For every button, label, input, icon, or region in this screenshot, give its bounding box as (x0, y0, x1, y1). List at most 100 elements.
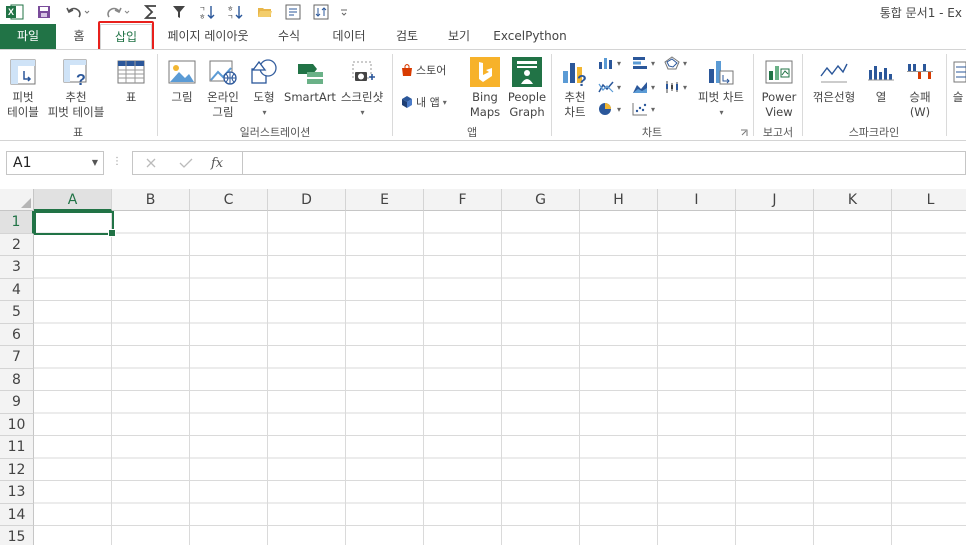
tab-page-layout[interactable]: 페이지 레이아웃 (157, 24, 259, 49)
pivottable-label-1: 피벗 (12, 90, 34, 104)
table-label: 표 (125, 90, 137, 104)
apps-group-label: 앱 (466, 126, 478, 139)
recommended-pivottables-button[interactable]: ? 추천 피벗 테이블 (44, 56, 108, 120)
row-header[interactable]: 5 (0, 301, 34, 324)
open-folder-icon[interactable] (256, 2, 274, 22)
tab-data[interactable]: 데이터 (320, 24, 378, 49)
recommended-charts-button[interactable]: ? 추천 차트 (556, 56, 594, 120)
row-header[interactable]: 14 (0, 503, 34, 526)
column-header[interactable]: F (424, 189, 502, 211)
row-header[interactable]: 3 (0, 256, 34, 279)
recommended-charts-icon: ? (556, 56, 594, 88)
pictures-button[interactable]: 그림 (164, 56, 200, 105)
sort-descending-icon[interactable]: ㅎㄱ (226, 2, 244, 22)
people-graph-button[interactable]: People Graph (506, 56, 548, 120)
tab-home[interactable]: 홈 (62, 24, 96, 49)
filter-icon[interactable] (170, 2, 188, 22)
smartart-label: SmartArt (284, 90, 336, 104)
screenshot-button[interactable]: 스크린샷 ▾ (338, 56, 386, 120)
power-view-button[interactable]: Power View (758, 56, 800, 120)
scatter-chart-button[interactable]: ▾ (632, 102, 655, 116)
select-all-button[interactable] (0, 189, 34, 211)
recommended-pivottables-label-1: 추천 (65, 90, 87, 104)
table-button[interactable]: 표 (112, 56, 150, 105)
shapes-button[interactable]: 도형 ▾ (246, 56, 282, 120)
enter-check-icon[interactable] (179, 157, 193, 169)
chevron-down-icon[interactable]: ▼ (92, 152, 98, 174)
row-header[interactable]: 15 (0, 526, 34, 545)
column-header[interactable]: B (112, 189, 190, 211)
sparkline-line-button[interactable]: 꺾은선형 (808, 56, 860, 105)
row-header[interactable]: 10 (0, 413, 34, 436)
insert-function-icon[interactable]: fx (211, 156, 223, 171)
column-header[interactable]: I (658, 189, 736, 211)
my-apps-button[interactable]: 내 앱 ▾ (400, 94, 447, 110)
row-header[interactable]: 7 (0, 346, 34, 369)
column-header[interactable]: L (892, 189, 966, 211)
chevron-down-icon: ▾ (651, 104, 656, 114)
stock-chart-button[interactable]: ▾ (664, 80, 687, 94)
row-header[interactable]: 6 (0, 323, 34, 346)
slicer-button[interactable]: 슬 (950, 56, 966, 105)
column-header[interactable]: D (268, 189, 346, 211)
cells-area[interactable] (34, 211, 966, 545)
svg-text:?: ? (76, 72, 86, 87)
row-header[interactable]: 1 (0, 211, 34, 234)
column-header[interactable]: G (502, 189, 580, 211)
customize-toolbar-icon[interactable] (338, 2, 350, 22)
bing-maps-button[interactable]: Bing Maps (466, 56, 504, 120)
bar-chart-button[interactable]: ▾ (632, 56, 655, 70)
formula-input[interactable] (242, 151, 966, 175)
svg-text:X: X (8, 7, 14, 17)
redo-icon[interactable] (104, 2, 132, 22)
cancel-icon[interactable] (145, 157, 157, 169)
column-header[interactable]: A (34, 189, 112, 211)
screenshot-label: 스크린샷 (340, 90, 384, 104)
form-icon[interactable] (284, 2, 302, 22)
area-chart-button[interactable]: ▾ (632, 80, 655, 94)
autosum-icon[interactable] (142, 2, 160, 22)
row-header[interactable]: 2 (0, 233, 34, 256)
sort-ascending-icon[interactable]: ㄱㅎ (198, 2, 216, 22)
tab-file[interactable]: 파일 (0, 24, 56, 49)
row-header[interactable]: 11 (0, 436, 34, 459)
group-separator (946, 54, 947, 136)
splitter-handle-icon[interactable]: ⋮ (112, 156, 122, 167)
row-header[interactable]: 8 (0, 368, 34, 391)
line-chart-icon (598, 81, 614, 93)
column-header[interactable]: H (580, 189, 658, 211)
power-view-label-2: View (765, 105, 793, 119)
row-header[interactable]: 9 (0, 391, 34, 414)
store-button[interactable]: 스토어 (400, 62, 446, 78)
pie-chart-button[interactable]: ▾ (598, 102, 621, 116)
row-header[interactable]: 13 (0, 481, 34, 504)
column-chart-button[interactable]: ▾ (598, 56, 621, 70)
sparkline-column-button[interactable]: 열 (864, 56, 898, 105)
my-apps-label: 내 앱 (416, 96, 440, 109)
save-icon[interactable] (34, 2, 54, 22)
people-graph-label-2: Graph (509, 105, 545, 119)
line-chart-button[interactable]: ▾ (598, 80, 621, 94)
column-header[interactable]: E (346, 189, 424, 211)
tab-formulas[interactable]: 수식 (266, 24, 312, 49)
active-cell[interactable] (34, 211, 116, 237)
radar-chart-button[interactable]: ▾ (664, 56, 687, 70)
pivottable-button[interactable]: 피벗 테이블 (4, 56, 42, 120)
online-pictures-button[interactable]: 온라인 그림 (202, 56, 244, 120)
smartart-button[interactable]: SmartArt (284, 56, 336, 105)
column-header[interactable]: K (814, 189, 892, 211)
charts-dialog-launcher-icon[interactable] (740, 126, 748, 140)
sparkline-winloss-button[interactable]: 승패 (W) (902, 56, 938, 120)
pivotchart-button[interactable]: 피벗 차트 ▾ (694, 56, 748, 120)
row-header[interactable]: 4 (0, 278, 34, 301)
sort-icon[interactable] (312, 2, 330, 22)
name-box[interactable]: A1 ▼ (6, 151, 104, 175)
column-header[interactable]: J (736, 189, 814, 211)
tab-view[interactable]: 보기 (436, 24, 482, 49)
row-header[interactable]: 12 (0, 458, 34, 481)
pictures-label: 그림 (171, 90, 193, 104)
tab-review[interactable]: 검토 (384, 24, 430, 49)
undo-icon[interactable] (64, 2, 92, 22)
tab-excelpython[interactable]: ExcelPython (490, 24, 570, 49)
column-header[interactable]: C (190, 189, 268, 211)
